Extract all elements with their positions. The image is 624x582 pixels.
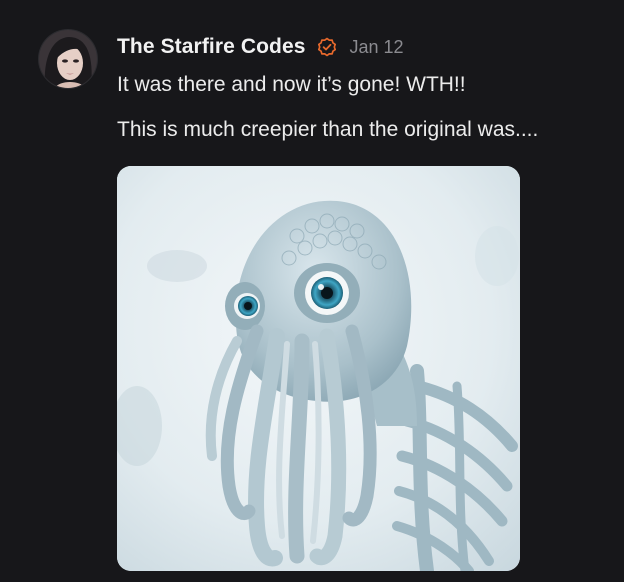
avatar-icon — [39, 30, 97, 88]
post-header: The Starfire Codes Jan 12 — [117, 33, 404, 61]
post-image[interactable] — [117, 166, 520, 571]
avatar[interactable] — [39, 30, 97, 88]
creature-image — [117, 166, 520, 571]
post: The Starfire Codes Jan 12 It was there a… — [0, 0, 624, 582]
post-date[interactable]: Jan 12 — [350, 37, 404, 58]
author-name[interactable]: The Starfire Codes — [117, 35, 306, 59]
post-text-line: It was there and now it’s gone! WTH!! — [117, 73, 466, 96]
verified-check-icon — [317, 37, 337, 57]
post-text-line: This is much creepier than the original … — [117, 118, 539, 141]
